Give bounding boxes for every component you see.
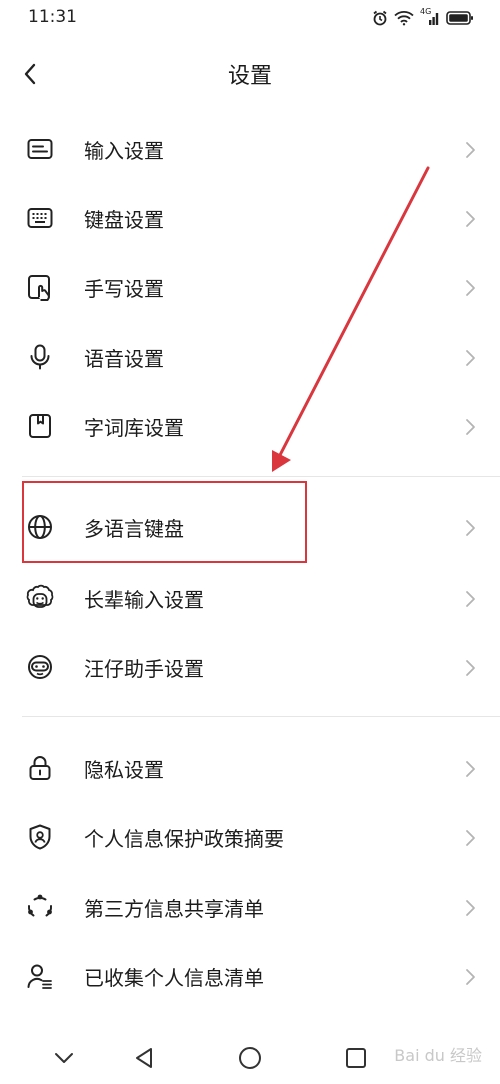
status-time: 11:31 — [28, 7, 77, 27]
user-list-icon — [22, 958, 58, 994]
menu-item-handwriting-settings[interactable]: 手写设置 — [0, 252, 500, 322]
chevron-right-icon — [466, 660, 475, 676]
menu-item-label: 隐私设置 — [84, 758, 164, 782]
menu-item-label: 语音设置 — [84, 347, 164, 371]
keyboard-icon — [22, 200, 58, 236]
status-bar: 11:31 4G — [0, 0, 500, 38]
menu-item-assistant-settings[interactable]: 汪仔助手设置 — [0, 632, 500, 702]
menu-item-third-party-sharing-list[interactable]: 第三方信息共享清单 — [0, 872, 500, 942]
chevron-right-icon — [466, 350, 475, 366]
globe-icon — [22, 509, 58, 545]
elder-face-icon — [22, 580, 58, 616]
title-bar: 设置 — [0, 44, 500, 104]
menu-item-voice-settings[interactable]: 语音设置 — [0, 322, 500, 392]
handwriting-icon — [22, 269, 58, 305]
section-divider — [22, 476, 500, 477]
menu-item-label: 个人信息保护政策摘要 — [84, 827, 284, 851]
network-type-label: 4G — [420, 7, 432, 16]
wifi-icon — [394, 10, 414, 26]
alarm-icon — [372, 10, 388, 26]
chevron-right-icon — [466, 280, 475, 296]
status-icons: 4G — [372, 7, 474, 28]
menu-item-multilingual-keyboard[interactable]: 多语言键盘 — [0, 492, 500, 562]
system-nav-bar — [0, 1030, 500, 1084]
recents-square-icon — [346, 1048, 366, 1068]
menu-item-label: 手写设置 — [84, 277, 164, 301]
lock-icon — [22, 750, 58, 786]
menu-item-label: 输入设置 — [84, 139, 164, 163]
menu-item-privacy-settings[interactable]: 隐私设置 — [0, 733, 500, 803]
page-title: 设置 — [227, 64, 272, 89]
menu-item-input-settings[interactable]: 输入设置 — [0, 114, 500, 184]
menu-item-label: 长辈输入设置 — [84, 588, 204, 612]
battery-icon — [446, 10, 474, 26]
menu-item-elder-input-settings[interactable]: 长辈输入设置 — [0, 563, 500, 633]
microphone-icon — [22, 339, 58, 375]
nav-home-button[interactable] — [230, 1040, 270, 1076]
shield-user-icon — [22, 819, 58, 855]
menu-item-label: 多语言键盘 — [84, 517, 184, 541]
chevron-right-icon — [466, 211, 475, 227]
menu-item-label: 字词库设置 — [84, 416, 184, 440]
menu-item-collected-info-list[interactable]: 已收集个人信息清单 — [0, 941, 500, 1011]
chevron-right-icon — [466, 900, 475, 916]
chevron-right-icon — [466, 591, 475, 607]
chevron-right-icon — [466, 830, 475, 846]
chevron-right-icon — [466, 761, 475, 777]
menu-item-dictionary-settings[interactable]: 字词库设置 — [0, 391, 500, 461]
nav-recents-button[interactable] — [336, 1040, 376, 1076]
chevron-right-icon — [466, 969, 475, 985]
input-settings-icon — [22, 131, 58, 167]
section-divider — [22, 716, 500, 717]
back-triangle-icon — [136, 1048, 152, 1068]
menu-item-label: 已收集个人信息清单 — [84, 966, 264, 990]
share-nodes-icon — [22, 889, 58, 925]
menu-item-privacy-policy-summary[interactable]: 个人信息保护政策摘要 — [0, 802, 500, 872]
chevron-right-icon — [466, 419, 475, 435]
cellular-signal-icon: 4G — [420, 7, 440, 26]
menu-item-keyboard-settings[interactable]: 键盘设置 — [0, 183, 500, 253]
menu-item-label: 第三方信息共享清单 — [84, 897, 264, 921]
chevron-right-icon — [466, 520, 475, 536]
chevron-right-icon — [466, 142, 475, 158]
menu-item-label: 汪仔助手设置 — [84, 657, 204, 681]
menu-item-label: 键盘设置 — [84, 208, 164, 232]
nav-collapse-button[interactable] — [44, 1040, 84, 1076]
assistant-mascot-icon — [22, 649, 58, 685]
home-circle-icon — [239, 1047, 261, 1069]
dictionary-icon — [22, 408, 58, 444]
collapse-icon — [55, 1053, 73, 1063]
nav-back-button[interactable] — [124, 1040, 164, 1076]
